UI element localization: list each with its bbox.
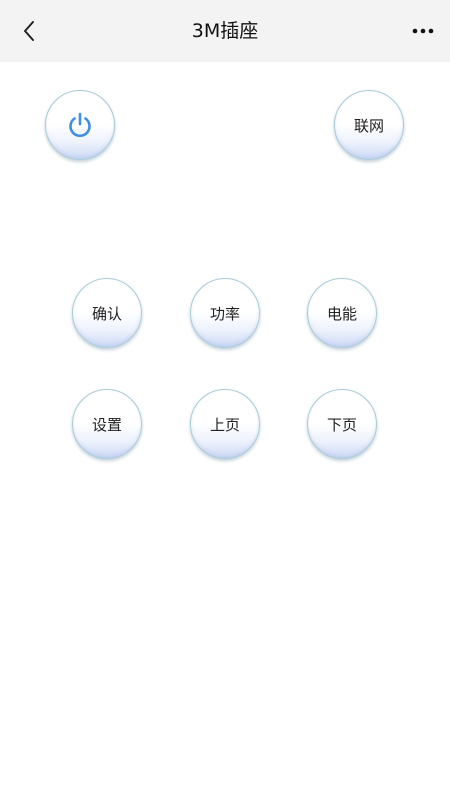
energy-button[interactable]: 电能 bbox=[307, 278, 377, 348]
energy-label: 电能 bbox=[326, 304, 357, 323]
top-bar: 3M插座 bbox=[0, 0, 450, 62]
power-stat-button[interactable]: 功率 bbox=[190, 278, 260, 348]
settings-label: 设置 bbox=[91, 415, 122, 434]
page-down-label: 下页 bbox=[326, 415, 357, 434]
power-button[interactable] bbox=[45, 90, 115, 160]
network-button[interactable]: 联网 bbox=[334, 90, 404, 160]
confirm-label: 确认 bbox=[91, 304, 122, 323]
page-up-label: 上页 bbox=[209, 415, 240, 434]
settings-button[interactable]: 设置 bbox=[72, 389, 142, 459]
network-label: 联网 bbox=[353, 116, 384, 135]
power-icon bbox=[69, 112, 91, 137]
more-button[interactable] bbox=[408, 16, 438, 46]
page-up-button[interactable]: 上页 bbox=[190, 389, 260, 459]
more-horizontal-icon bbox=[412, 28, 434, 34]
page-down-button[interactable]: 下页 bbox=[307, 389, 377, 459]
page-title: 3M插座 bbox=[191, 20, 259, 42]
confirm-button[interactable]: 确认 bbox=[72, 278, 142, 348]
power-stat-label: 功率 bbox=[209, 304, 240, 323]
